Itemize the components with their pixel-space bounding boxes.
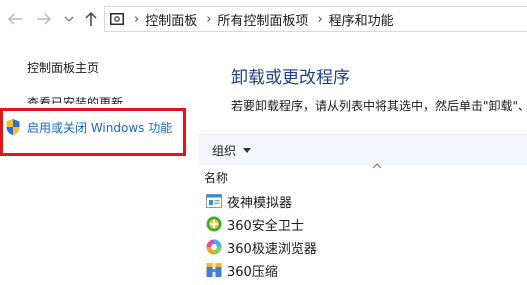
list-item[interactable]: 360安全卫士: [205, 214, 304, 234]
list-item[interactable]: 360压缩: [205, 260, 278, 280]
breadcrumb[interactable]: › 控制面板 › 所有控制面板项 › 程序和功能: [104, 6, 527, 32]
breadcrumb-separator: ›: [134, 11, 140, 27]
toolbar: 组织: [198, 134, 527, 165]
back-arrow-icon: [7, 13, 22, 25]
breadcrumb-all-items[interactable]: 所有控制面板项: [217, 10, 308, 29]
program-name: 360极速浏览器: [227, 241, 317, 257]
breadcrumb-separator: ›: [317, 11, 323, 27]
360-zip-icon: [205, 261, 223, 279]
breadcrumb-programs-features[interactable]: 程序和功能: [329, 10, 394, 29]
chevron-down-icon: [64, 16, 74, 22]
program-name: 360安全卫士: [227, 218, 304, 234]
forward-arrow-icon: [37, 13, 52, 25]
dropdown-caret-icon: [243, 148, 252, 153]
program-name: 360压缩: [227, 264, 278, 280]
breadcrumb-control-panel[interactable]: 控制面板: [145, 10, 197, 29]
program-name: 夜神模拟器: [227, 195, 293, 211]
name-column-header[interactable]: 名称: [204, 169, 228, 186]
organize-label: 组织: [212, 144, 237, 158]
360-browser-icon: [205, 238, 223, 256]
up-arrow-icon: [85, 11, 97, 26]
back-button[interactable]: [5, 9, 25, 29]
recent-locations-button[interactable]: [59, 9, 79, 29]
address-bar: › 控制面板 › 所有控制面板项 › 程序和功能: [0, 0, 527, 38]
list-item[interactable]: 360极速浏览器: [205, 237, 317, 257]
sort-ascending-icon: [372, 163, 382, 169]
view-installed-updates-link[interactable]: 查看已安装的更新: [27, 94, 123, 104]
page-description: 若要卸载程序，请从列表中将其选中，然后单击"卸载"、: [231, 99, 527, 113]
up-button[interactable]: [81, 9, 101, 29]
page-title: 卸载或更改程序: [231, 68, 350, 88]
left-pane: 控制面板主页 查看已安装的更新 启用或关闭 Windows 功能: [0, 38, 200, 285]
forward-button[interactable]: [34, 9, 54, 29]
programs-and-features-window: › 控制面板 › 所有控制面板项 › 程序和功能 控制面板主页 查看已安装的更新…: [0, 0, 527, 285]
list-item[interactable]: 夜神模拟器: [205, 191, 292, 211]
control-panel-icon: [109, 11, 125, 27]
highlight-box: [0, 108, 186, 156]
organize-button[interactable]: 组织: [212, 142, 252, 159]
nox-emulator-icon: [205, 192, 223, 210]
breadcrumb-separator: ›: [206, 11, 212, 27]
control-panel-home-link[interactable]: 控制面板主页: [27, 59, 99, 76]
360-safeguard-icon: [205, 215, 223, 233]
